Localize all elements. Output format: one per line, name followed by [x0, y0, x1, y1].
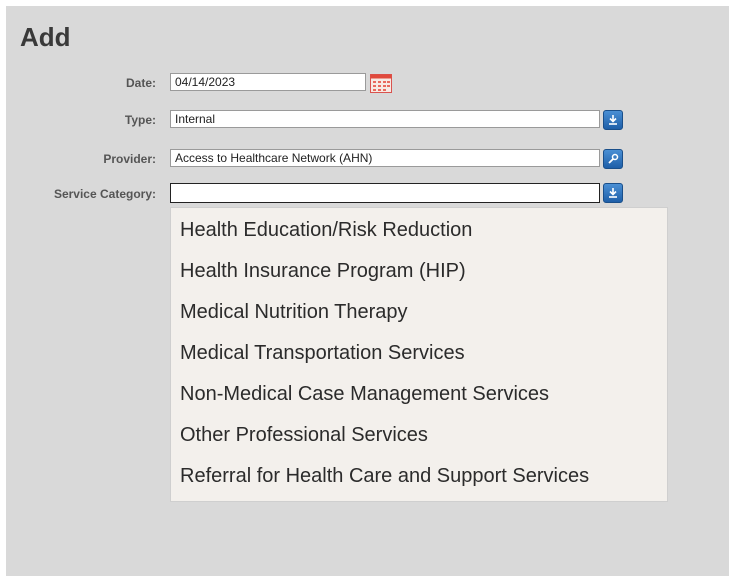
service-category-dropdown-list: Health Education/Risk Reduction Health I…: [170, 207, 668, 502]
date-field[interactable]: 04/14/2023: [170, 73, 366, 91]
calendar-icon[interactable]: [370, 73, 392, 93]
dropdown-option[interactable]: Referral for Health Care and Support Ser…: [171, 456, 667, 497]
download-arrow-icon: [609, 115, 617, 125]
service-category-label: Service Category:: [53, 187, 156, 201]
provider-search-button[interactable]: [603, 149, 623, 169]
dropdown-option[interactable]: Medical Nutrition Therapy: [171, 292, 667, 333]
dropdown-option[interactable]: Health Education/Risk Reduction: [171, 210, 667, 251]
dropdown-option[interactable]: Health Insurance Program (HIP): [171, 251, 667, 292]
search-key-icon: [608, 153, 619, 164]
form-panel: Add Date: 04/14/2023 Type: Internal Prov…: [6, 6, 729, 576]
service-category-field[interactable]: [170, 183, 600, 203]
provider-label: Provider:: [103, 152, 156, 166]
type-dropdown-button[interactable]: [603, 110, 623, 130]
date-label: Date:: [125, 76, 156, 90]
dropdown-option[interactable]: Non-Medical Case Management Services: [171, 374, 667, 415]
dropdown-option[interactable]: Other Professional Services: [171, 415, 667, 456]
type-field[interactable]: Internal: [170, 110, 600, 128]
provider-field[interactable]: Access to Healthcare Network (AHN): [170, 149, 600, 167]
page-title: Add: [20, 22, 71, 52]
type-label: Type:: [124, 113, 156, 127]
service-category-dropdown-button[interactable]: [603, 183, 623, 203]
dropdown-option[interactable]: Medical Transportation Services: [171, 333, 667, 374]
download-arrow-icon: [609, 188, 617, 198]
